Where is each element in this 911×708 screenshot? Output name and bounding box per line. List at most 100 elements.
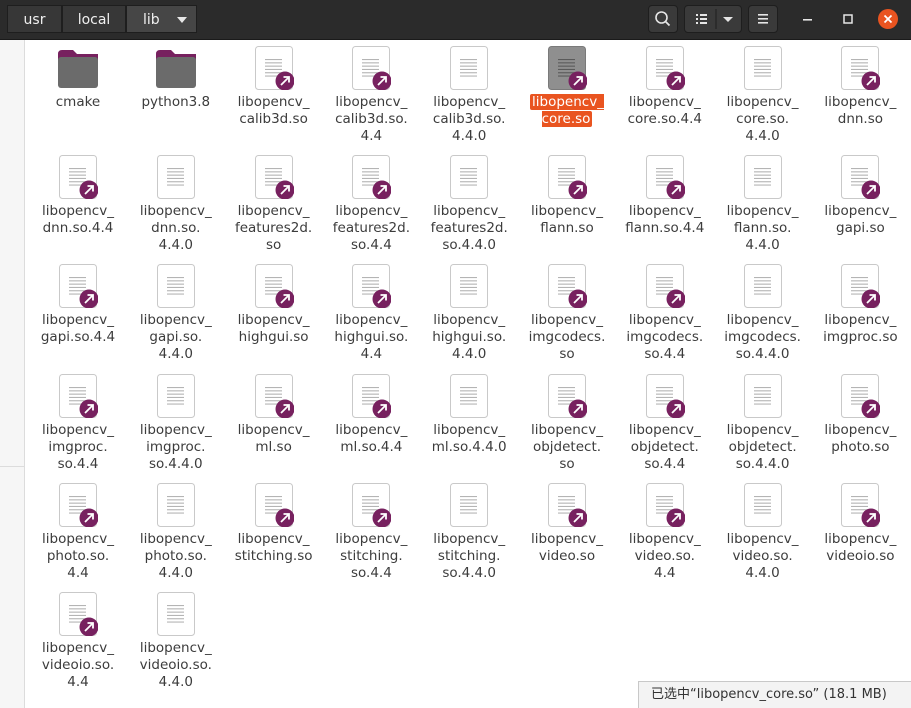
folder-item[interactable]: cmake bbox=[29, 40, 127, 145]
file-name-label: libopencv_ features2d. so.4.4 bbox=[323, 203, 419, 254]
file-name-label: libopencv_ core.so. 4.4.0 bbox=[715, 94, 811, 145]
file-item[interactable]: libopencv_ dnn.so. 4.4.0 bbox=[127, 149, 225, 254]
file-item[interactable]: libopencv_ imgcodecs. so.4.4 bbox=[616, 258, 714, 363]
folder-item[interactable]: python3.8 bbox=[127, 40, 225, 145]
file-item[interactable]: libopencv_ video.so bbox=[518, 477, 616, 582]
file-item[interactable]: libopencv_ videoio.so bbox=[811, 477, 909, 582]
file-item[interactable]: libopencv_ stitching. so.4.4 bbox=[322, 477, 420, 582]
symlink-file-icon bbox=[59, 592, 98, 636]
breadcrumb-usr[interactable]: usr bbox=[7, 5, 62, 33]
file-item[interactable]: libopencv_ photo.so bbox=[811, 368, 909, 473]
file-name-label: libopencv_ imgcodecs. so.4.4.0 bbox=[715, 312, 811, 363]
file-name-text: libopencv_ video.so. 4.4 bbox=[628, 530, 701, 581]
file-item[interactable]: libopencv_ video.so. 4.4.0 bbox=[714, 477, 812, 582]
file-name-label: libopencv_ video.so. 4.4.0 bbox=[715, 531, 811, 582]
menu-button[interactable] bbox=[748, 5, 778, 33]
symlink-file-icon bbox=[841, 373, 881, 418]
file-name-label: libopencv_ highgui.so. 4.4.0 bbox=[421, 312, 517, 363]
file-name-label: libopencv_ video.so. 4.4 bbox=[617, 531, 713, 582]
search-button[interactable] bbox=[648, 5, 678, 33]
file-name-text: libopencv_ videoio.so. 4.4.0 bbox=[139, 640, 212, 690]
close-icon[interactable] bbox=[877, 8, 899, 30]
file-name-label: libopencv_ photo.so bbox=[812, 422, 908, 456]
breadcrumb-local[interactable]: local bbox=[62, 5, 126, 33]
file-item[interactable]: libopencv_ highgui.so. 4.4 bbox=[322, 258, 420, 363]
file-item[interactable]: libopencv_ stitching.so bbox=[225, 477, 323, 582]
symlink-file-icon bbox=[548, 373, 587, 418]
file-item[interactable]: libopencv_ calib3d.so bbox=[225, 40, 323, 145]
symlink-file-icon bbox=[645, 482, 685, 527]
file-item[interactable]: libopencv_ videoio.so. 4.4 bbox=[29, 586, 127, 691]
file-item[interactable]: libopencv_ gapi.so. 4.4.0 bbox=[127, 258, 225, 363]
file-item[interactable]: libopencv_ features2d. so bbox=[225, 149, 323, 254]
symlink-file-icon bbox=[841, 155, 881, 200]
file-item[interactable]: libopencv_ calib3d.so. 4.4 bbox=[322, 40, 420, 145]
file-item[interactable]: libopencv_ flann.so.4.4 bbox=[616, 149, 714, 254]
file-item[interactable]: libopencv_ highgui.so. 4.4.0 bbox=[420, 258, 518, 363]
file-name-label: libopencv_ ml.so.4.4 bbox=[323, 422, 419, 456]
breadcrumb-lib-label: lib bbox=[143, 12, 160, 28]
symlink-file-icon bbox=[352, 155, 392, 200]
symlink-file-icon bbox=[352, 264, 392, 309]
file-item[interactable]: libopencv_ core.so.4.4 bbox=[616, 40, 714, 145]
breadcrumb-lib[interactable]: lib bbox=[126, 5, 197, 33]
file-name-text: libopencv_ stitching.so bbox=[234, 530, 313, 564]
file-icon bbox=[743, 373, 782, 418]
view-toggle-button[interactable] bbox=[684, 5, 742, 33]
file-item[interactable]: libopencv_ photo.so. 4.4.0 bbox=[127, 477, 225, 582]
symlink-file-icon bbox=[645, 46, 685, 90]
file-item[interactable]: libopencv_ ml.so.4.4.0 bbox=[420, 368, 518, 473]
symlink-file-icon bbox=[254, 482, 294, 527]
file-name-text: libopencv_ photo.so bbox=[824, 421, 897, 455]
file-item[interactable]: libopencv_ imgcodecs. so bbox=[518, 258, 616, 363]
file-name-label: libopencv_ videoio.so. 4.4.0 bbox=[128, 640, 224, 691]
file-item[interactable]: libopencv_ objdetect. so.4.4 bbox=[616, 368, 714, 473]
file-item[interactable]: libopencv_ video.so. 4.4 bbox=[616, 477, 714, 582]
file-item[interactable]: libopencv_ calib3d.so. 4.4.0 bbox=[420, 40, 518, 145]
file-item[interactable]: libopencv_ imgproc. so.4.4.0 bbox=[127, 368, 225, 473]
file-name-text: libopencv_ stitching. so.4.4.0 bbox=[433, 530, 506, 581]
file-item[interactable]: libopencv_ photo.so. 4.4 bbox=[29, 477, 127, 582]
file-icon bbox=[450, 264, 489, 309]
file-name-text: libopencv_ imgcodecs. so.4.4.0 bbox=[724, 312, 801, 363]
maximize-icon[interactable] bbox=[838, 9, 858, 29]
symlink-file-icon bbox=[352, 482, 392, 527]
file-icon bbox=[743, 264, 782, 309]
file-item[interactable]: libopencv_ imgcodecs. so.4.4.0 bbox=[714, 258, 812, 363]
file-item[interactable]: libopencv_ ml.so bbox=[225, 368, 323, 473]
file-name-text: libopencv_ videoio.so. 4.4 bbox=[41, 640, 115, 690]
symlink-file-icon bbox=[254, 264, 294, 309]
file-item[interactable]: libopencv_ flann.so. 4.4.0 bbox=[714, 149, 812, 254]
file-name-text: libopencv_ flann.so. 4.4.0 bbox=[726, 203, 799, 254]
file-name-text: libopencv_ video.so. 4.4.0 bbox=[726, 530, 799, 581]
file-item[interactable]: libopencv_ gapi.so bbox=[811, 149, 909, 254]
folder-icon bbox=[58, 50, 98, 88]
hamburger-menu-icon bbox=[758, 14, 768, 24]
file-item[interactable]: libopencv_ flann.so bbox=[518, 149, 616, 254]
file-item[interactable]: libopencv_ stitching. so.4.4.0 bbox=[420, 477, 518, 582]
symlink-file-icon bbox=[645, 155, 685, 200]
file-name-label: libopencv_ imgproc. so.4.4.0 bbox=[128, 422, 224, 473]
file-item[interactable]: libopencv_ ml.so.4.4 bbox=[322, 368, 420, 473]
file-item[interactable]: libopencv_ imgproc. so.4.4 bbox=[29, 368, 127, 473]
minimize-icon[interactable] bbox=[798, 9, 818, 29]
file-item[interactable]: libopencv_ features2d. so.4.4 bbox=[322, 149, 420, 254]
file-name-label: libopencv_ objdetect. so bbox=[519, 422, 615, 473]
file-name-label: libopencv_ flann.so.4.4 bbox=[617, 203, 713, 237]
file-item[interactable]: libopencv_ objdetect. so bbox=[518, 368, 616, 473]
file-item[interactable]: libopencv_ imgproc.so bbox=[811, 258, 909, 363]
file-name-text: libopencv_ calib3d.so. 4.4 bbox=[335, 94, 408, 144]
file-item[interactable]: libopencv_ highgui.so bbox=[225, 258, 323, 363]
file-name-label: libopencv_ imgcodecs. so.4.4 bbox=[617, 312, 713, 363]
file-item[interactable]: libopencv_ videoio.so. 4.4.0 bbox=[127, 586, 225, 691]
file-item[interactable]: libopencv_ dnn.so bbox=[811, 40, 909, 145]
file-item[interactable]: libopencv_ dnn.so.4.4 bbox=[29, 149, 127, 254]
file-name-text: cmake bbox=[55, 94, 101, 110]
file-item[interactable]: libopencv_ core.so bbox=[518, 40, 616, 145]
file-name-label: libopencv_ imgproc.so bbox=[812, 312, 908, 346]
file-item[interactable]: libopencv_ gapi.so.4.4 bbox=[29, 258, 127, 363]
file-item[interactable]: libopencv_ objdetect. so.4.4.0 bbox=[714, 368, 812, 473]
file-name-label: cmake bbox=[30, 94, 126, 111]
file-item[interactable]: libopencv_ core.so. 4.4.0 bbox=[714, 40, 812, 145]
file-item[interactable]: libopencv_ features2d. so.4.4.0 bbox=[420, 149, 518, 254]
